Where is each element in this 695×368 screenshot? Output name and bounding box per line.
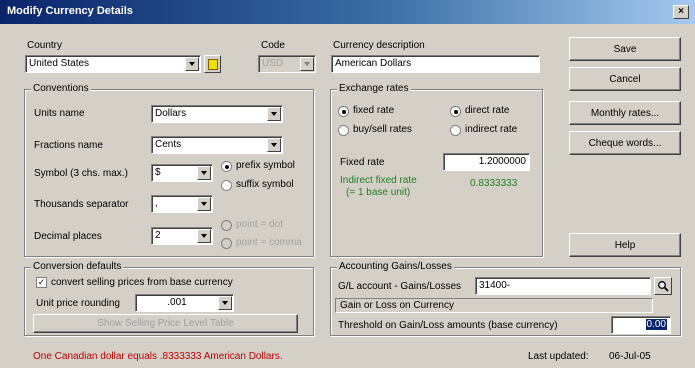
close-button[interactable]: ×	[673, 5, 689, 19]
point-dot-radio	[221, 220, 232, 231]
chevron-down-icon[interactable]	[197, 166, 211, 180]
gl-account-lookup-button[interactable]	[654, 277, 672, 295]
description-value: American Dollars	[335, 58, 412, 69]
monthly-rates-label: Monthly rates...	[590, 107, 660, 119]
chevron-down-icon[interactable]	[185, 57, 199, 71]
fixed-rate-option-label: fixed rate	[353, 105, 395, 116]
unit-price-rounding-select[interactable]: .001	[135, 294, 234, 312]
conventions-title: Conventions	[31, 83, 91, 94]
code-select: USD	[258, 55, 316, 73]
thousands-value: ,	[155, 198, 158, 209]
monthly-rates-button[interactable]: Monthly rates...	[569, 101, 681, 125]
units-value: Dollars	[155, 108, 187, 119]
threshold-input[interactable]: 0.00	[611, 316, 671, 334]
symbol-select[interactable]: $	[151, 164, 213, 182]
cancel-button[interactable]: Cancel	[569, 67, 681, 91]
gl-account-label: G/L account - Gains/Losses	[338, 281, 462, 292]
convert-selling-prices-checkbox[interactable]: ✓	[36, 277, 47, 288]
fixed-rate-radio[interactable]	[338, 106, 349, 117]
unit-price-rounding-label: Unit price rounding	[36, 298, 120, 309]
fractions-select[interactable]: Cents	[151, 136, 283, 154]
last-updated-label: Last updated:	[528, 351, 589, 362]
indirect-rate-radio[interactable]	[450, 125, 461, 136]
cancel-label: Cancel	[609, 73, 641, 85]
description-input[interactable]: American Dollars	[331, 55, 540, 73]
indirect-fixed-rate-value: 0.8333333	[470, 178, 518, 189]
fixed-rate-input[interactable]: 1.2000000	[443, 153, 530, 171]
chevron-down-icon[interactable]	[218, 296, 232, 310]
symbol-value: $	[155, 167, 161, 178]
threshold-label: Threshold on Gain/Loss amounts (base cur…	[338, 320, 558, 331]
fractions-label: Fractions name	[34, 140, 103, 151]
units-label: Units name	[34, 108, 85, 119]
chevron-down-icon[interactable]	[197, 229, 211, 243]
country-note-button[interactable]	[204, 55, 221, 73]
prefix-symbol-radio[interactable]	[221, 161, 232, 172]
thousands-select[interactable]: ,	[151, 195, 213, 213]
save-button[interactable]: Save	[569, 37, 681, 61]
gl-account-name: Gain or Loss on Currency	[335, 298, 653, 313]
title-bar: Modify Currency Details	[0, 0, 695, 24]
fixed-rate-value: 1.2000000	[478, 156, 526, 167]
decimal-value: 2	[155, 230, 161, 241]
cheque-words-button[interactable]: Cheque words...	[569, 131, 681, 155]
close-icon: ×	[678, 6, 684, 17]
unit-price-rounding-value: .001	[167, 297, 187, 308]
indirect-fixed-rate-label: Indirect fixed rate	[340, 175, 417, 186]
country-select[interactable]: United States	[25, 55, 201, 73]
buy-sell-rates-radio[interactable]	[338, 125, 349, 136]
gl-account-value: 31400-	[479, 280, 511, 291]
note-icon	[207, 58, 218, 70]
prefix-symbol-label: prefix symbol	[236, 160, 295, 171]
decimal-label: Decimal places	[34, 231, 102, 242]
indirect-rate-label: indirect rate	[465, 124, 518, 135]
code-label: Code	[261, 40, 285, 51]
accounting-gains-losses-title: Accounting Gains/Losses	[337, 261, 454, 272]
fractions-value: Cents	[155, 139, 182, 150]
threshold-value: 0.00	[645, 319, 667, 330]
chevron-down-icon	[300, 57, 314, 71]
chevron-down-icon[interactable]	[197, 197, 211, 211]
chevron-down-icon[interactable]	[267, 138, 281, 152]
show-selling-price-label: Show Selling Price Level Table	[97, 318, 234, 329]
decimal-select[interactable]: 2	[151, 227, 213, 245]
country-value: United States	[29, 58, 90, 69]
save-label: Save	[613, 43, 637, 55]
conversion-defaults-title: Conversion defaults	[31, 261, 124, 272]
point-comma-radio	[221, 238, 232, 249]
help-label: Help	[614, 239, 636, 251]
description-label: Currency description	[333, 40, 425, 51]
thousands-label: Thousands separator	[34, 199, 129, 210]
window-title: Modify Currency Details	[7, 5, 133, 17]
direct-rate-label: direct rate	[465, 105, 510, 116]
suffix-symbol-radio[interactable]	[221, 180, 232, 191]
country-label: Country	[27, 40, 63, 51]
exchange-equals-text: One Canadian dollar equals .8333333 Amer…	[33, 351, 283, 362]
cheque-words-label: Cheque words...	[588, 137, 662, 149]
suffix-symbol-label: suffix symbol	[236, 179, 294, 190]
buy-sell-rates-label: buy/sell rates	[353, 124, 412, 135]
convert-selling-prices-label: convert selling prices from base currenc…	[51, 277, 233, 288]
magnifier-icon	[658, 281, 669, 292]
direct-rate-radio[interactable]	[450, 106, 461, 117]
exchange-rates-title: Exchange rates	[337, 83, 411, 94]
help-button[interactable]: Help	[569, 233, 681, 257]
point-dot-label: point = dot	[236, 219, 283, 230]
gl-account-input[interactable]: 31400-	[475, 277, 651, 295]
chevron-down-icon[interactable]	[267, 107, 281, 121]
fixed-rate-label: Fixed rate	[340, 157, 385, 168]
point-comma-label: point = comma	[236, 237, 302, 248]
show-selling-price-level-table-button: Show Selling Price Level Table	[33, 314, 298, 333]
symbol-label: Symbol (3 chs. max.)	[34, 168, 128, 179]
base-unit-label: (= 1 base unit)	[346, 187, 411, 198]
last-updated-value: 06-Jul-05	[609, 351, 651, 362]
units-select[interactable]: Dollars	[151, 105, 283, 123]
code-value: USD	[262, 58, 284, 69]
